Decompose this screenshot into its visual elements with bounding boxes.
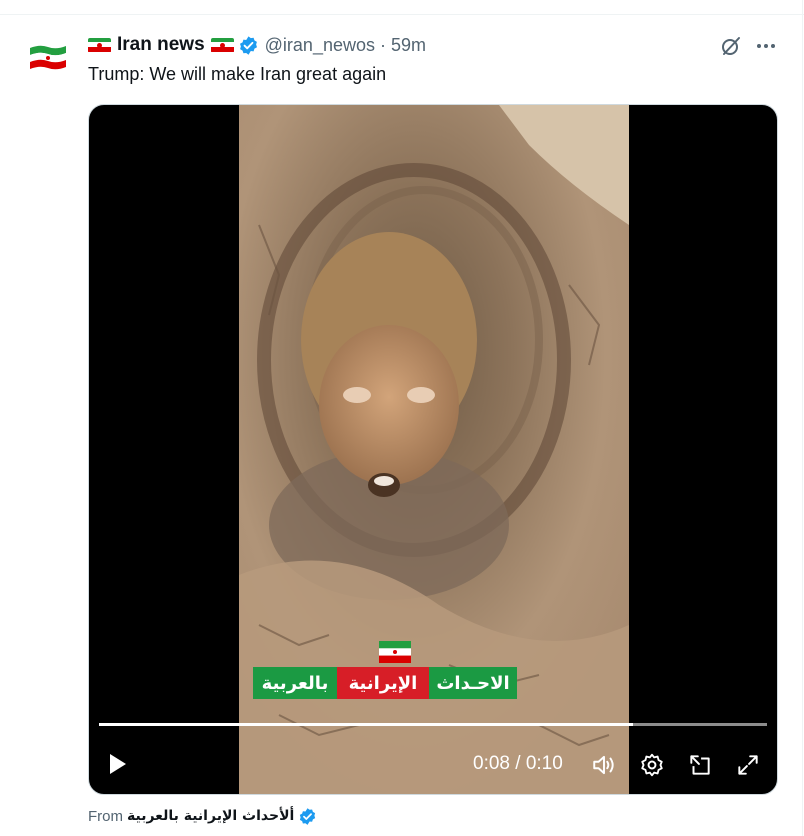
iran-flag-icon	[210, 37, 234, 53]
iran-flag-icon	[88, 37, 111, 53]
volume-icon[interactable]	[591, 752, 617, 778]
verified-badge-icon[interactable]	[238, 35, 259, 56]
top-divider	[0, 14, 804, 15]
video-progress-bar[interactable]	[99, 723, 767, 726]
iran-flag-icon	[379, 641, 411, 663]
grok-icon[interactable]	[719, 34, 743, 58]
picture-in-picture-icon[interactable]	[687, 752, 713, 778]
video-progress-fill	[99, 723, 634, 726]
source-account-name[interactable]: ألأحداث الإيرانية بالعربية	[127, 808, 294, 824]
separator-dot: ·	[380, 34, 386, 55]
right-divider	[802, 0, 803, 836]
from-label: From	[88, 807, 123, 825]
settings-icon[interactable]	[639, 752, 665, 778]
more-options-icon[interactable]	[754, 34, 778, 58]
channel-watermark: بالعربية الإيرانية الاحـداث	[253, 667, 517, 699]
user-handle[interactable]: @iran_newos	[265, 35, 375, 56]
tweet-text: Trump: We will make Iran great again	[88, 64, 387, 84]
display-name[interactable]: Iran news	[117, 34, 205, 56]
tweet-header: Iran news @iran_newos · 59m	[88, 33, 426, 57]
iran-flag-avatar-icon	[30, 45, 66, 70]
watermark-segment: الإيرانية	[337, 667, 429, 699]
video-time: 0:08 / 0:10	[473, 753, 563, 774]
watermark-segment: الاحـداث	[429, 667, 517, 699]
fullscreen-icon[interactable]	[735, 752, 761, 778]
video-source-attribution: From ألأحداث الإيرانية بالعربية	[88, 805, 317, 827]
video-player[interactable]: بالعربية الإيرانية الاحـداث 0:08 / 0:10	[88, 104, 778, 795]
verified-badge-icon	[300, 807, 316, 825]
avatar[interactable]	[24, 36, 70, 82]
play-icon[interactable]	[105, 752, 129, 776]
watermark-segment: بالعربية	[253, 667, 337, 699]
timestamp[interactable]: 59m	[391, 35, 426, 56]
